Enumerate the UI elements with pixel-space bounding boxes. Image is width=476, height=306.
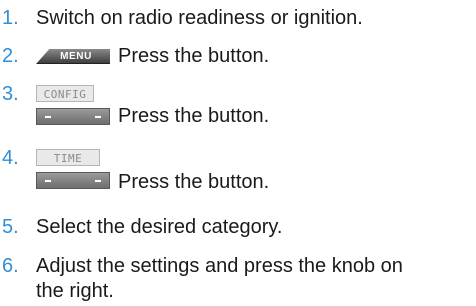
time-display: TIME <box>36 149 100 166</box>
step-text: Switch on radio readiness or ignition. <box>36 7 363 29</box>
step-number: 6. <box>2 255 19 277</box>
menu-button-label: MENU <box>60 50 92 62</box>
step-2: 2. MENU Press the button. <box>0 44 476 70</box>
step-6: 6. Adjust the settings and press the kno… <box>0 254 476 304</box>
dash-left-icon <box>45 180 51 182</box>
dash-right-icon <box>95 116 101 118</box>
step-3: 3. CONFIG Press the button. <box>0 82 476 132</box>
config-display-label: CONFIG <box>43 88 87 101</box>
step-text: Press the button. <box>118 171 270 193</box>
dash-right-icon <box>95 180 101 182</box>
menu-button[interactable]: MENU <box>36 49 110 64</box>
step-number: 4. <box>2 147 19 169</box>
step-text: Press the button. <box>118 105 270 127</box>
step-4: 4. TIME Press the button. <box>0 146 476 196</box>
instruction-steps: 1. Switch on radio readiness or ignition… <box>0 0 476 306</box>
softkey-button[interactable] <box>36 108 110 125</box>
step-text: Press the button. <box>118 45 270 67</box>
step-number: 2. <box>2 45 19 67</box>
dash-left-icon <box>45 116 51 118</box>
time-display-label: TIME <box>53 152 83 165</box>
step-number: 5. <box>2 216 19 238</box>
step-number: 3. <box>2 83 19 105</box>
step-text: Select the desired category. <box>36 216 283 238</box>
config-display: CONFIG <box>36 85 94 102</box>
step-text-line-1: Adjust the settings and press the knob o… <box>36 255 403 277</box>
softkey-button[interactable] <box>36 172 110 189</box>
step-number: 1. <box>2 7 19 29</box>
step-text-line-2: the right. <box>36 280 114 302</box>
